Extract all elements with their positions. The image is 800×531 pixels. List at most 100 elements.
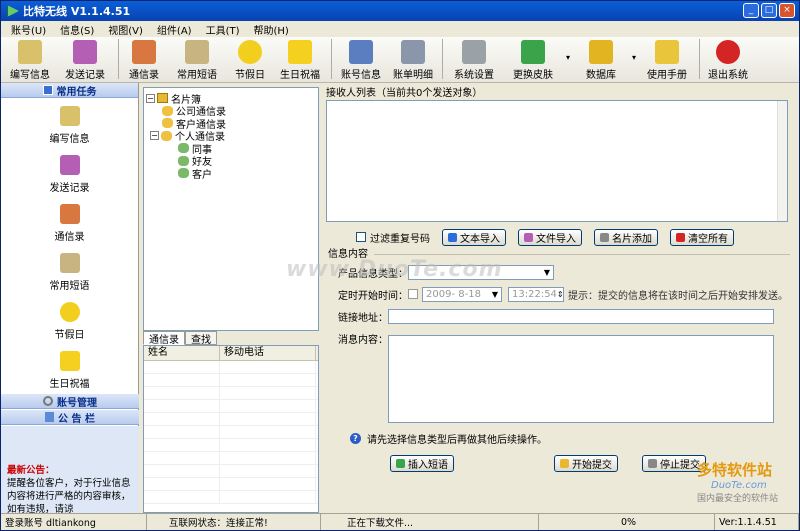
smiley-icon <box>238 40 262 64</box>
table-row[interactable] <box>144 452 318 465</box>
schedule-checkbox[interactable] <box>408 289 418 299</box>
maximize-button[interactable]: □ <box>761 3 777 18</box>
card-add-icon <box>600 232 609 242</box>
sidebar-header-tasks[interactable]: 常用任务 <box>1 83 138 98</box>
sidebar-item-3[interactable]: 常用短语 <box>1 245 138 294</box>
table-row[interactable] <box>144 478 318 491</box>
status-progress: 0% <box>539 514 715 530</box>
sidebar-item-5[interactable]: 生日祝福 <box>1 343 138 392</box>
dropdown-arrow-icon[interactable]: ▾ <box>630 53 638 62</box>
menu-components[interactable]: 组件(A) <box>157 22 192 37</box>
collapse-icon[interactable]: − <box>146 93 155 103</box>
info-type-select[interactable]: ▼ <box>408 264 554 280</box>
menu-message[interactable]: 信息(S) <box>60 22 94 37</box>
menu-tools[interactable]: 工具(T) <box>206 22 240 37</box>
contact-list-header: 姓名 移动电话 <box>144 346 318 361</box>
sidebar-item-4[interactable]: 节假日 <box>1 294 138 343</box>
insert-phrase-button[interactable]: 插入短语 <box>390 455 454 472</box>
left-tabs: 通信录 查找 <box>143 331 217 346</box>
text-import-icon <box>448 232 457 242</box>
tree-node[interactable]: 同事 <box>146 142 316 156</box>
table-row[interactable] <box>144 426 318 439</box>
close-button[interactable]: × <box>779 3 795 18</box>
chevron-down-icon: ▼ <box>491 289 499 299</box>
tree-node[interactable]: − 个人通信录 <box>146 130 316 143</box>
sidebar-header-notice[interactable]: 公 告 栏 <box>1 410 139 425</box>
toolbar-button-4[interactable]: 节假日 <box>228 37 272 81</box>
recipients-list[interactable] <box>326 100 788 222</box>
filter-duplicates-checkbox[interactable] <box>356 232 366 242</box>
table-row[interactable] <box>144 361 318 374</box>
tree-node[interactable]: 客户通信录 <box>146 117 316 131</box>
toolbar-button-3[interactable]: 常用短语 <box>166 37 228 81</box>
card-add-button[interactable]: 名片添加 <box>594 228 658 246</box>
link-label: 链接地址： <box>338 312 388 324</box>
text-import-button[interactable]: 文本导入 <box>442 228 506 246</box>
start-submit-button[interactable]: 开始提交 <box>554 455 618 472</box>
toolbar-button-8[interactable]: 系统设置 <box>446 37 502 81</box>
message-textarea[interactable] <box>388 335 774 423</box>
column-mobile[interactable]: 移动电话 <box>220 346 316 360</box>
title-bar[interactable]: 比特无线 V1.1.4.51 _ □ × <box>1 1 799 21</box>
recipients-scrollbar[interactable] <box>777 101 787 221</box>
sidebar-item-0[interactable]: 编写信息 <box>1 98 138 147</box>
time-spinner[interactable]: 13:22:54 ⇕ <box>508 286 564 302</box>
tab-contacts[interactable]: 通信录 <box>143 331 185 346</box>
table-row[interactable] <box>144 465 318 478</box>
people-icon <box>162 105 173 116</box>
stop-icon <box>648 459 657 468</box>
table-row[interactable] <box>144 400 318 413</box>
contacts-book-icon <box>132 40 156 64</box>
sidebar-header-account[interactable]: 账号管理 <box>1 394 139 409</box>
task-icon <box>42 85 53 95</box>
table-row[interactable] <box>144 413 318 426</box>
date-picker[interactable]: 2009- 8-18 ▼ <box>422 286 502 302</box>
tip-text: 请先选择信息类型后再做其他后续操作。 <box>367 434 547 446</box>
toolbar-button-2[interactable]: 通信录 <box>122 37 166 81</box>
menu-help[interactable]: 帮助(H) <box>254 22 289 37</box>
toolbar-button-11[interactable]: 使用手册 <box>638 37 696 81</box>
link-input[interactable] <box>388 308 774 324</box>
toolbar-button-5[interactable]: 生日祝福 <box>272 37 328 81</box>
tree-node[interactable]: 好友 <box>146 155 316 168</box>
minimize-button[interactable]: _ <box>743 3 759 18</box>
tab-search[interactable]: 查找 <box>185 331 217 346</box>
sidebar-item-2[interactable]: 通信录 <box>1 196 138 245</box>
message-info-group: 信息内容 产品信息类型： ▼ 定时开始时间： 2009- 8-18 ▼ 13:22… <box>322 248 790 477</box>
collapse-icon[interactable]: − <box>150 131 159 141</box>
notice-title: 最新公告： <box>7 465 55 476</box>
tree-root[interactable]: − 名片簿 <box>146 92 316 106</box>
column-name[interactable]: 姓名 <box>144 346 220 360</box>
tree-node[interactable]: 客户 <box>146 167 316 181</box>
keyboard-icon <box>401 40 425 64</box>
time-label: 定时开始时间： <box>338 290 408 302</box>
table-row[interactable] <box>144 374 318 387</box>
stop-submit-button[interactable]: 停止提交 <box>642 455 706 472</box>
toolbar-button-1[interactable]: 发送记录 <box>55 37 115 81</box>
power-icon <box>716 40 740 64</box>
toolbar-button-6[interactable]: 账号信息 <box>335 37 387 81</box>
menu-account[interactable]: 账号(U) <box>11 22 46 37</box>
toolbar-button-7[interactable]: 账单明细 <box>387 37 439 81</box>
file-import-button[interactable]: 文件导入 <box>518 228 582 246</box>
people-icon <box>178 155 189 166</box>
clear-all-button[interactable]: 清空所有 <box>670 228 734 246</box>
toolbar-button-0[interactable]: 编写信息 <box>5 37 55 81</box>
table-row[interactable] <box>144 491 318 504</box>
sidebar-item-1[interactable]: 发送记录 <box>1 147 138 196</box>
send-record-icon <box>73 40 97 64</box>
table-row[interactable] <box>144 387 318 400</box>
status-account: 登录账号 dltiankong <box>1 514 147 530</box>
dropdown-arrow-icon[interactable]: ▾ <box>564 53 572 62</box>
toolbar-button-9[interactable]: 更换皮肤 <box>502 37 564 81</box>
database-icon <box>589 40 613 64</box>
contacts-tree: − 名片簿 公司通信录 客户通信录 − 个人通信录 同事 好友 客户 <box>143 87 319 331</box>
tree-node[interactable]: 公司通信录 <box>146 105 316 118</box>
menu-view[interactable]: 视图(V) <box>108 22 143 37</box>
toolbar-separator <box>118 39 119 79</box>
table-row[interactable] <box>144 439 318 452</box>
toolbar-button-10[interactable]: 数据库 <box>572 37 630 81</box>
toolbar-button-12[interactable]: 退出系统 <box>703 37 753 81</box>
status-download: 正在下载文件... <box>321 514 539 530</box>
star-icon <box>288 40 312 64</box>
